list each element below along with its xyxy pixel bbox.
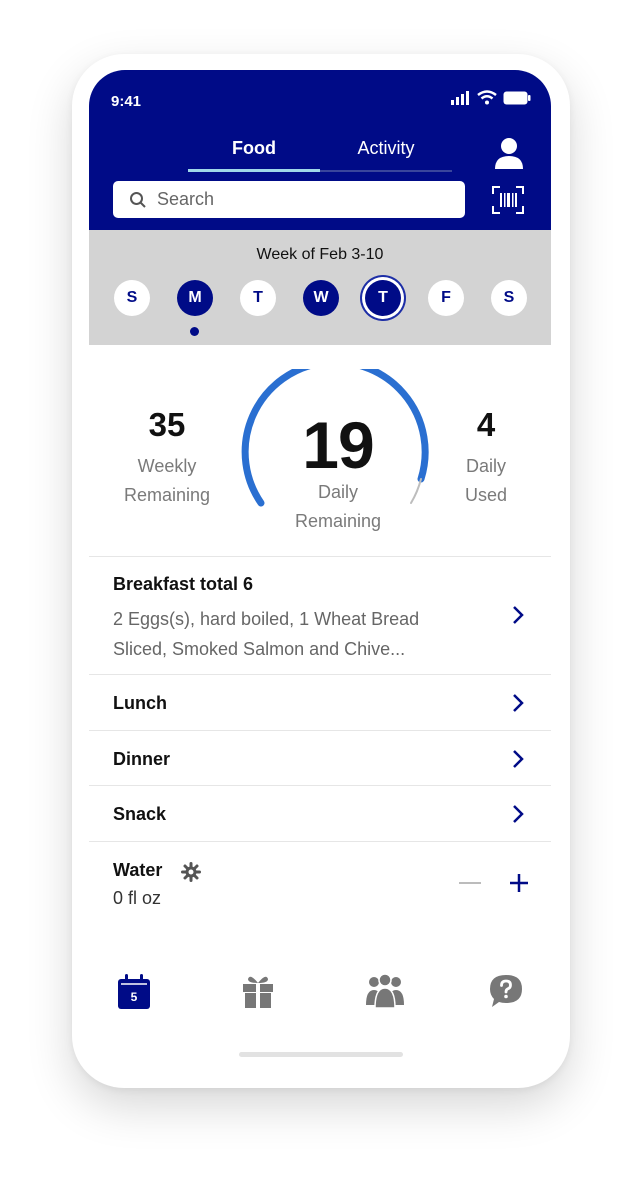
wifi-icon — [477, 90, 497, 105]
day-friday[interactable]: F — [428, 280, 464, 316]
daily-used-value: 4 — [476, 406, 496, 443]
day-tuesday[interactable]: T — [240, 280, 276, 316]
daily-remaining-value: 19 — [302, 408, 374, 482]
meal-row-snack[interactable]: Snack — [89, 785, 551, 841]
breakfast-desc-line1: 2 Eggs(s), hard boiled, 1 Wheat Bread — [113, 609, 420, 629]
chevron-right-icon — [513, 750, 524, 768]
gift-icon[interactable] — [241, 973, 275, 1009]
daily-used-label-line1: Daily — [465, 456, 506, 476]
snack-title: Snack — [113, 804, 167, 824]
status-time: 9:41 — [111, 93, 142, 110]
tab-active-indicator — [188, 169, 320, 172]
calendar-day-number: 5 — [130, 990, 138, 1004]
nav-calendar-tab[interactable]: 5 — [116, 973, 152, 1011]
profile-icon[interactable] — [493, 136, 525, 170]
breakfast-desc-line2: Sliced, Smoked Salmon and Chive... — [113, 639, 406, 659]
chevron-right-icon — [513, 805, 524, 823]
daily-used-label-line2: Used — [464, 485, 508, 505]
water-decrease-button[interactable] — [459, 882, 481, 884]
day-entry-dot — [190, 327, 199, 336]
water-title: Water — [113, 860, 163, 880]
home-indicator — [239, 1052, 403, 1057]
day-monday[interactable]: M — [177, 280, 213, 316]
meal-row-lunch[interactable]: Lunch — [89, 674, 551, 730]
status-icons — [451, 90, 531, 105]
tab-activity[interactable]: Activity — [320, 138, 452, 159]
lunch-title: Lunch — [113, 693, 167, 713]
day-sunday[interactable]: S — [114, 280, 150, 316]
weekly-remaining-value: 35 — [148, 406, 186, 443]
search-bar[interactable] — [113, 181, 465, 218]
day-thursday-selected[interactable]: T — [365, 280, 401, 316]
dinner-title: Dinner — [113, 749, 171, 769]
points-summary: 35 Weekly Remaining 19 Daily Remaining 4… — [89, 345, 551, 555]
search-icon — [130, 191, 146, 208]
day-wednesday[interactable]: W — [303, 280, 339, 316]
meal-row-dinner[interactable]: Dinner — [89, 730, 551, 786]
app-header: 9:41 Food Activity — [89, 70, 551, 230]
breakfast-title: Breakfast total 6 — [113, 574, 254, 594]
meal-row-breakfast[interactable]: Breakfast total 6 2 Eggs(s), hard boiled… — [89, 556, 551, 675]
barcode-scanner-icon[interactable] — [492, 186, 524, 214]
daily-remaining-label-line1: Daily — [317, 482, 358, 502]
community-icon[interactable] — [365, 973, 405, 1009]
week-selector: Week of Feb 3-10 S M T W T F S — [89, 230, 551, 345]
help-icon[interactable] — [488, 973, 524, 1009]
water-amount: 0 fl oz — [113, 888, 162, 908]
app-screen: 9:41 Food Activity Search Week of Feb 3-… — [89, 70, 551, 1074]
water-row: Water 0 fl oz — [89, 841, 551, 932]
daily-remaining-label-line2: Remaining — [294, 511, 382, 531]
tab-food[interactable]: Food — [188, 138, 320, 159]
battery-icon — [503, 91, 531, 104]
chevron-right-icon — [513, 606, 524, 624]
water-increase-button[interactable] — [508, 872, 530, 894]
chevron-right-icon — [513, 694, 524, 712]
week-title: Week of Feb 3-10 — [256, 246, 384, 263]
gear-icon[interactable] — [181, 862, 201, 882]
day-saturday[interactable]: S — [491, 280, 527, 316]
signal-icon — [451, 90, 469, 105]
weekly-label-line2: Remaining — [123, 485, 211, 505]
weekly-label-line1: Weekly — [137, 456, 197, 476]
search-input[interactable] — [155, 188, 459, 211]
